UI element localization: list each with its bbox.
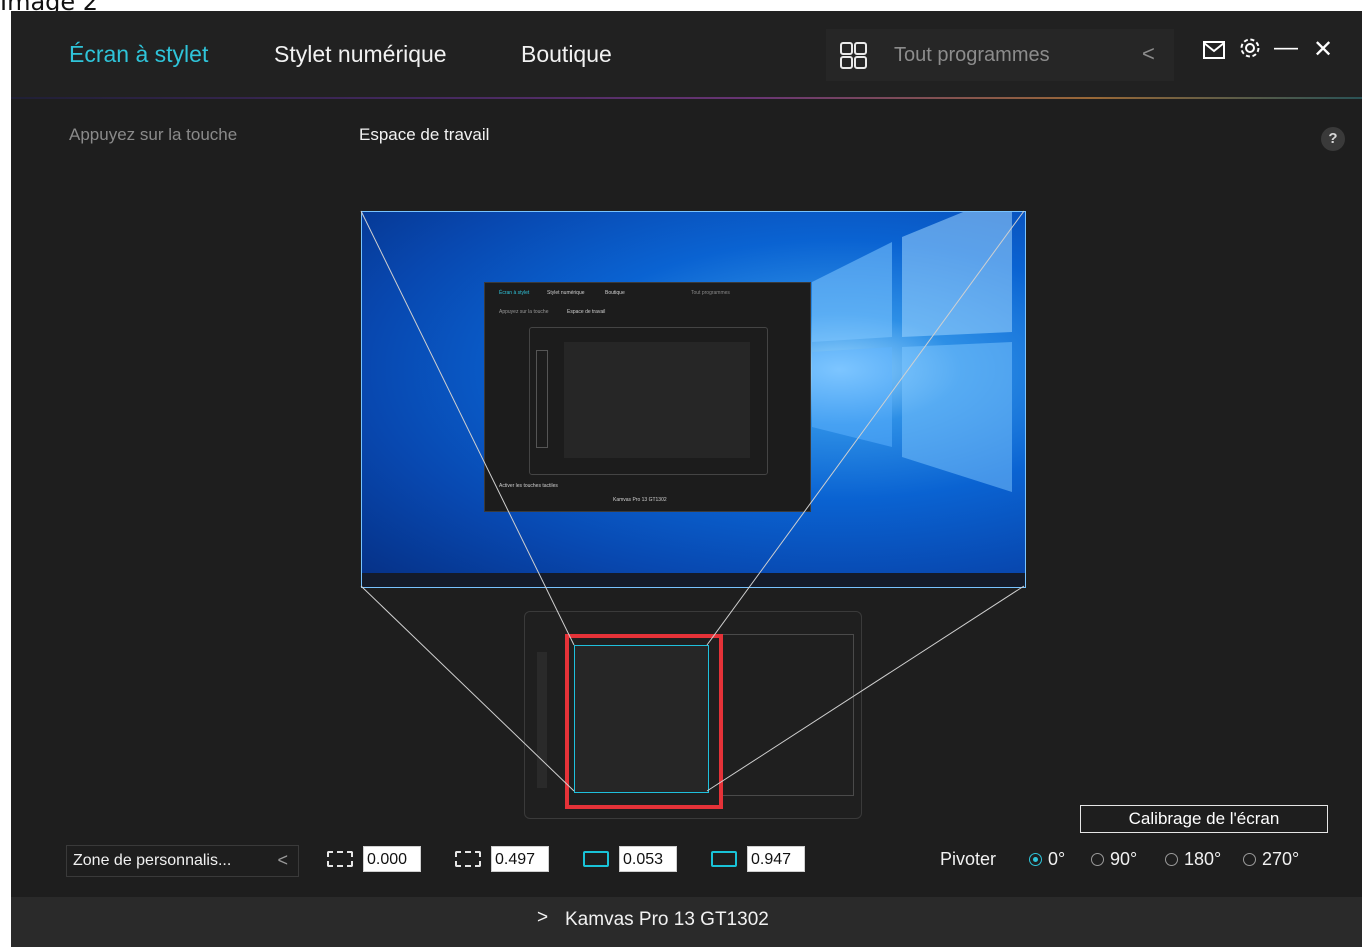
highlight-frame — [565, 634, 723, 809]
subtab-espace-de-travail[interactable]: Espace de travail — [359, 125, 489, 145]
close-icon[interactable]: ✕ — [1313, 35, 1333, 65]
device-footer[interactable]: > Kamvas Pro 13 GT1302 — [11, 897, 1362, 947]
coord-left-input[interactable]: 0.000 — [363, 846, 421, 872]
left-edge-icon — [327, 851, 353, 867]
program-selector-label: Tout programmes — [894, 44, 1050, 66]
mini-device: Kamvas Pro 13 GT1302 — [613, 497, 667, 503]
radio-icon — [1029, 853, 1042, 866]
coord-bottom-input[interactable]: 0.947 — [747, 846, 805, 872]
mini-tab: Écran à stylet — [499, 290, 530, 296]
rotate-option-label: 270° — [1262, 849, 1300, 869]
mail-icon[interactable] — [1203, 37, 1225, 67]
top-divider — [11, 97, 1362, 99]
mini-tablet — [529, 327, 768, 475]
tab-boutique[interactable]: Boutique — [521, 41, 612, 68]
mini-checkbox-label: Activer les touches tactiles — [499, 483, 558, 489]
tablet-active-area — [722, 634, 854, 796]
mini-subtab: Appuyez sur la touche — [499, 309, 549, 315]
rotate-option-label: 0° — [1048, 849, 1066, 869]
tab-ecran-a-stylet[interactable]: Écran à stylet — [69, 41, 208, 68]
coord-top-input[interactable]: 0.053 — [619, 846, 677, 872]
gear-icon[interactable] — [1239, 37, 1261, 67]
grid-icon — [840, 42, 867, 69]
rotate-option-label: 90° — [1110, 849, 1138, 869]
minimize-icon[interactable]: — — [1274, 33, 1298, 63]
radio-icon — [1091, 853, 1104, 866]
tab-stylet-numerique[interactable]: Stylet numérique — [274, 41, 447, 68]
taskbar — [362, 573, 1025, 587]
program-selector[interactable]: Tout programmes < — [826, 29, 1174, 81]
rotate-0-radio[interactable]: 0° — [1029, 849, 1065, 870]
coord-right-input[interactable]: 0.497 — [491, 846, 549, 872]
subtab-appuyez-sur-la-touche[interactable]: Appuyez sur la touche — [69, 125, 237, 145]
rotate-270-radio[interactable]: 270° — [1243, 849, 1299, 870]
app-window: Écran à stylet Stylet numérique Boutique… — [11, 11, 1362, 947]
mini-app-window: Écran à stylet Stylet numérique Boutique… — [484, 282, 811, 512]
chevron-left-icon: < — [277, 850, 288, 870]
radio-icon — [1243, 853, 1256, 866]
mini-subtab: Espace de travail — [567, 309, 606, 315]
rotate-label: Pivoter — [940, 849, 997, 869]
mini-tab: Stylet numérique — [547, 290, 585, 296]
right-edge-icon — [455, 851, 481, 867]
chevron-right-icon: > — [537, 907, 549, 928]
device-name: Kamvas Pro 13 GT1302 — [565, 909, 769, 930]
radio-icon — [1165, 853, 1178, 866]
screen-preview: Écran à stylet Stylet numérique Boutique… — [361, 211, 1026, 588]
bottom-edge-icon — [711, 851, 737, 867]
chevron-left-icon[interactable]: < — [1142, 41, 1155, 67]
help-icon[interactable]: ? — [1321, 127, 1345, 151]
rotate-180-radio[interactable]: 180° — [1165, 849, 1221, 870]
calibrate-screen-button[interactable]: Calibrage de l'écran — [1080, 805, 1328, 833]
top-bar: Écran à stylet Stylet numérique Boutique… — [11, 11, 1362, 99]
zone-dropdown[interactable]: Zone de personnalis... < — [66, 845, 299, 877]
top-edge-icon — [583, 851, 609, 867]
rotate-option-label: 180° — [1184, 849, 1222, 869]
mini-search: Tout programmes — [691, 290, 730, 296]
mini-tab: Boutique — [605, 290, 625, 296]
rotate-90-radio[interactable]: 90° — [1091, 849, 1137, 870]
zone-dropdown-value: Zone de personnalis... — [73, 852, 232, 869]
express-keys — [537, 652, 547, 788]
